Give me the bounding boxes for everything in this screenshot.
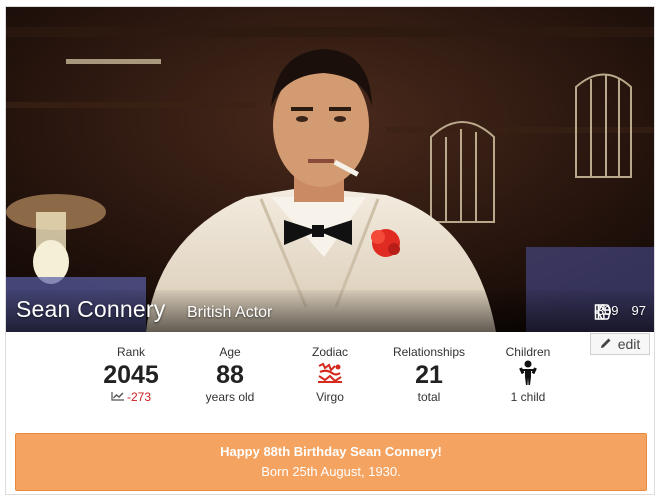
stat-zodiac[interactable]: Zodiac Virgo bbox=[275, 345, 385, 404]
children-label: Children bbox=[505, 345, 551, 359]
trend-chart-icon bbox=[111, 390, 125, 404]
person-description: British Actor bbox=[187, 304, 273, 321]
rank-label: Rank bbox=[116, 345, 145, 359]
birthday-banner: Happy 88th Birthday Sean Connery! Born 2… bbox=[15, 433, 647, 491]
relationships-unit: total bbox=[417, 390, 441, 404]
dislike-count: 97 bbox=[631, 303, 646, 318]
stats-row: Rank 2045 -273 Age 88 years old Zodiac V… bbox=[6, 345, 654, 415]
age-unit: years old bbox=[205, 390, 255, 404]
stat-children[interactable]: Children 1 child bbox=[473, 345, 583, 404]
stat-age: Age 88 years old bbox=[175, 345, 285, 404]
stat-relationships[interactable]: Relationships 21 total bbox=[374, 345, 484, 404]
profile-card: Sean Connery British Actor 309 97 edit R… bbox=[5, 6, 655, 495]
dislike-button[interactable]: 97 bbox=[594, 303, 646, 320]
children-count: 1 child bbox=[510, 390, 546, 404]
birth-date: Born 25th August, 1930. bbox=[261, 464, 401, 479]
birthday-greeting: Happy 88th Birthday Sean Connery! bbox=[220, 444, 442, 459]
age-label: Age bbox=[219, 345, 241, 359]
vote-controls: 309 97 bbox=[594, 303, 646, 320]
rank-change-value: -273 bbox=[126, 390, 152, 404]
child-icon bbox=[518, 360, 538, 391]
zodiac-label: Zodiac bbox=[311, 345, 349, 359]
zodiac-sign: Virgo bbox=[316, 390, 344, 404]
virgo-zodiac-icon bbox=[316, 362, 344, 389]
relationships-label: Relationships bbox=[392, 345, 466, 359]
relationships-value: 21 bbox=[415, 361, 443, 389]
rank-change: -273 bbox=[111, 390, 151, 404]
age-value: 88 bbox=[216, 361, 244, 389]
profile-photo: Sean Connery British Actor 309 97 bbox=[6, 7, 654, 332]
stat-rank[interactable]: Rank 2045 -273 bbox=[76, 345, 186, 404]
rank-value: 2045 bbox=[103, 361, 159, 389]
person-name: Sean Connery bbox=[16, 296, 166, 322]
